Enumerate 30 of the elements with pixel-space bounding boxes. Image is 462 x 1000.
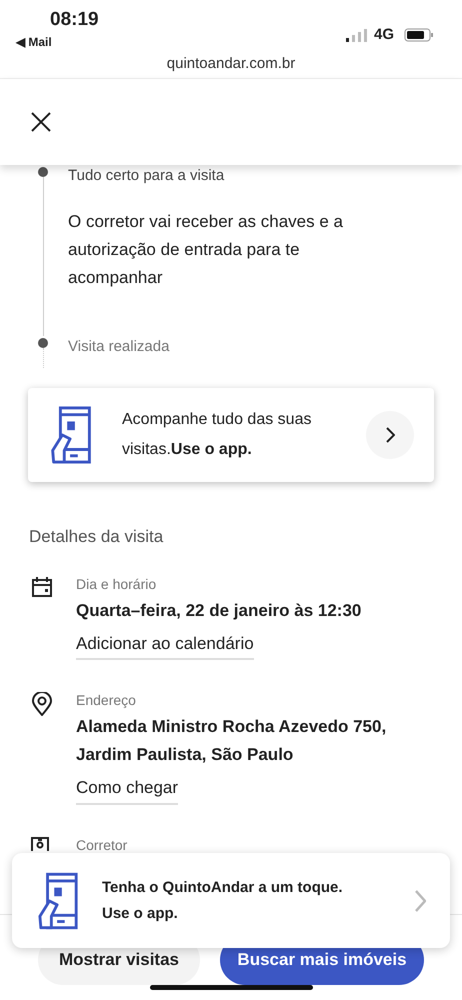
detail-label: Dia e horário	[76, 574, 158, 594]
detail-value: Alameda Ministro Rocha Azevedo 750, Jardim Paulista, São Paulo	[76, 716, 388, 766]
signal-icon	[346, 28, 368, 42]
step-title: Tudo certo para a visita	[68, 166, 226, 186]
chevron-right-icon	[414, 890, 426, 912]
network-type: 4G	[374, 25, 394, 45]
detail-link[interactable]: Adicionar ao calendário	[76, 630, 254, 660]
close-icon	[30, 111, 52, 133]
banner-title: Tenha o QuintoAndar a um toque.	[102, 878, 344, 898]
clock-time: 08:19	[50, 8, 99, 32]
chevron-right-icon	[385, 427, 395, 443]
back-to-app-link[interactable]: ◀ Mail	[16, 32, 99, 52]
url-text[interactable]: quintoandar.com.br	[166, 57, 296, 78]
battery-icon	[404, 28, 434, 42]
id-badge-icon	[31, 836, 49, 850]
detail-label: Endereço	[76, 691, 137, 710]
app-banner-toast[interactable]: Tenha o QuintoAndar a um toque. Use o app.	[12, 853, 450, 948]
detail-value: Quarta–feira, 22 de janeiro às 12:30	[76, 600, 362, 622]
section-heading: Detalhes da visita	[29, 526, 164, 548]
phone-in-hand-icon	[38, 870, 80, 930]
step-description: O corretor vai receber as chaves e a autorização de entrada para te acompanhar	[68, 210, 344, 288]
step-title: Visita realizada	[68, 336, 170, 356]
detail-link[interactable]: Como chegar	[76, 775, 178, 804]
phone-in-hand-icon	[50, 406, 94, 464]
location-pin-icon	[31, 692, 53, 716]
banner-subtitle: Use o app.	[102, 904, 179, 924]
detail-label: Corretor	[76, 836, 128, 854]
calendar-icon	[31, 576, 53, 598]
app-promo-text: Acompanhe tudo das suas visitas.Use o app.	[122, 410, 312, 460]
app-promo-card[interactable]: Acompanhe tudo das suas visitas.Use o app.	[28, 388, 434, 482]
